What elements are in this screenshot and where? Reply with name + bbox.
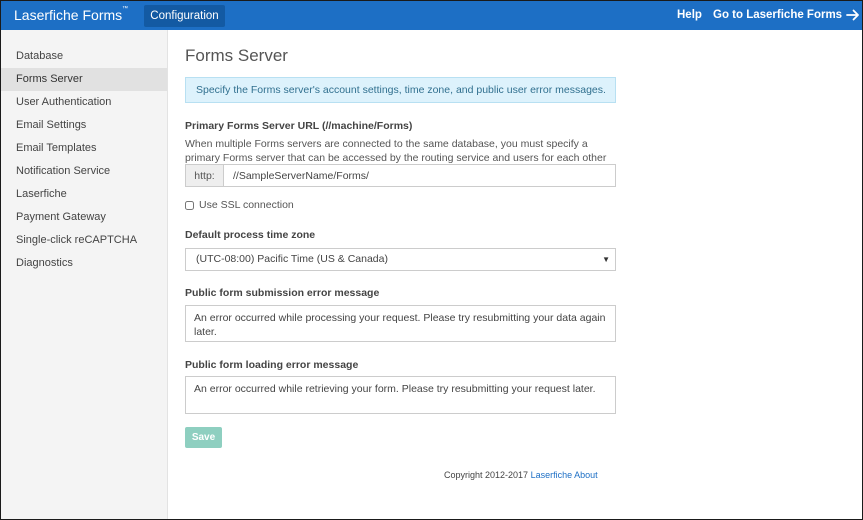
sidebar-item-laserfiche[interactable]: Laserfiche bbox=[1, 183, 167, 206]
sidebar-item-user-authentication[interactable]: User Authentication bbox=[1, 91, 167, 114]
footer-copyright: Copyright 2012-2017 bbox=[444, 470, 529, 480]
sidebar-item-diagnostics[interactable]: Diagnostics bbox=[1, 252, 167, 275]
url-label: Primary Forms Server URL (//machine/Form… bbox=[185, 120, 413, 132]
sidebar-item-payment-gateway[interactable]: Payment Gateway bbox=[1, 206, 167, 229]
ssl-label: Use SSL connection bbox=[199, 199, 294, 211]
page-title: Forms Server bbox=[185, 46, 288, 65]
url-prefix: http: bbox=[186, 165, 224, 186]
sidebar: Database Forms Server User Authenticatio… bbox=[1, 30, 168, 519]
brand-logo[interactable]: Laserfiche Forms™ bbox=[14, 6, 129, 23]
footer-link-about[interactable]: About bbox=[574, 470, 598, 480]
timezone-select[interactable]: (UTC-08:00) Pacific Time (US & Canada) ▼ bbox=[185, 248, 616, 271]
brand-text: Laserfiche Forms bbox=[14, 7, 123, 23]
nav-go-to-forms[interactable]: Go to Laserfiche Forms bbox=[713, 9, 860, 21]
save-button[interactable]: Save bbox=[185, 427, 222, 448]
footer-link-laserfiche[interactable]: Laserfiche bbox=[531, 470, 573, 480]
loading-error-label: Public form loading error message bbox=[185, 359, 359, 371]
nav-help[interactable]: Help bbox=[677, 9, 702, 21]
footer: Copyright 2012-2017 Laserfiche About bbox=[444, 470, 598, 480]
server-url-input[interactable] bbox=[224, 165, 615, 186]
info-alert: Specify the Forms server's account setti… bbox=[185, 77, 616, 103]
ssl-option[interactable]: Use SSL connection bbox=[185, 199, 294, 211]
caret-down-icon: ▼ bbox=[602, 255, 610, 264]
sidebar-item-email-templates[interactable]: Email Templates bbox=[1, 137, 167, 160]
nav-go-to-forms-label: Go to Laserfiche Forms bbox=[713, 9, 843, 21]
sidebar-item-forms-server[interactable]: Forms Server bbox=[1, 68, 167, 91]
sidebar-item-email-settings[interactable]: Email Settings bbox=[1, 114, 167, 137]
url-input-group: http: bbox=[185, 164, 616, 187]
timezone-value: (UTC-08:00) Pacific Time (US & Canada) bbox=[196, 253, 388, 265]
trademark-mark: ™ bbox=[122, 6, 129, 12]
sidebar-item-recaptcha[interactable]: Single-click reCAPTCHA bbox=[1, 229, 167, 252]
submission-error-label: Public form submission error message bbox=[185, 287, 380, 299]
submission-error-textarea[interactable]: An error occurred while processing your … bbox=[185, 305, 616, 342]
nav-configuration[interactable]: Configuration bbox=[144, 5, 225, 27]
sidebar-item-notification-service[interactable]: Notification Service bbox=[1, 160, 167, 183]
loading-error-textarea[interactable]: An error occurred while retrieving your … bbox=[185, 376, 616, 414]
sidebar-list: Database Forms Server User Authenticatio… bbox=[1, 45, 167, 275]
ssl-checkbox[interactable] bbox=[185, 200, 194, 210]
timezone-label: Default process time zone bbox=[185, 229, 316, 241]
sidebar-item-database[interactable]: Database bbox=[1, 45, 167, 68]
arrow-right-icon bbox=[846, 9, 859, 21]
top-navbar: Laserfiche Forms™ Configuration Help Go … bbox=[1, 1, 862, 30]
